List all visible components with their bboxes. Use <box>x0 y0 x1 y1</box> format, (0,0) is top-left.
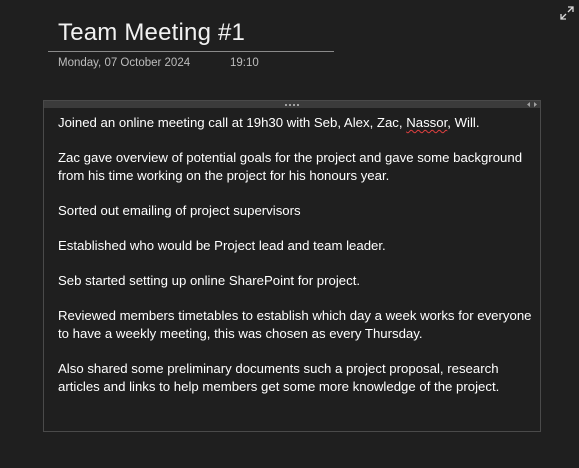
note-paragraph: Reviewed members timetables to establish… <box>58 308 532 341</box>
page-time: 19:10 <box>230 57 259 69</box>
note-paragraph: Established who would be Project lead an… <box>58 238 386 253</box>
note-paragraph: Zac gave overview of potential goals for… <box>58 150 523 183</box>
note-paragraph: Also shared some preliminary documents s… <box>58 361 500 394</box>
page-title[interactable]: Team Meeting #1 <box>48 18 334 48</box>
note-paragraph: Sorted out emailing of project superviso… <box>58 203 301 218</box>
page-date: Monday, 07 October 2024 <box>58 57 191 69</box>
notebook-page: Team Meeting #1 Monday, 07 October 2024 … <box>0 0 579 468</box>
expand-diagonal-icon[interactable] <box>559 5 575 21</box>
page-title-block: Team Meeting #1 <box>48 18 334 52</box>
title-divider <box>48 51 334 52</box>
note-body[interactable]: Joined an online meeting call at 19h30 w… <box>58 114 538 413</box>
note-paragraph: Seb started setting up online SharePoint… <box>58 273 361 288</box>
note-drag-bar[interactable] <box>44 101 540 108</box>
note-paragraph: Joined an online meeting call at 19h30 w… <box>58 115 480 130</box>
drag-grip-icon[interactable] <box>285 102 299 107</box>
resize-horizontal-icon[interactable] <box>526 101 538 108</box>
misspelled-word[interactable]: Nassor <box>406 115 447 130</box>
note-container[interactable]: Joined an online meeting call at 19h30 w… <box>43 100 541 432</box>
page-meta: Monday, 07 October 2024 19:10 <box>58 56 259 70</box>
